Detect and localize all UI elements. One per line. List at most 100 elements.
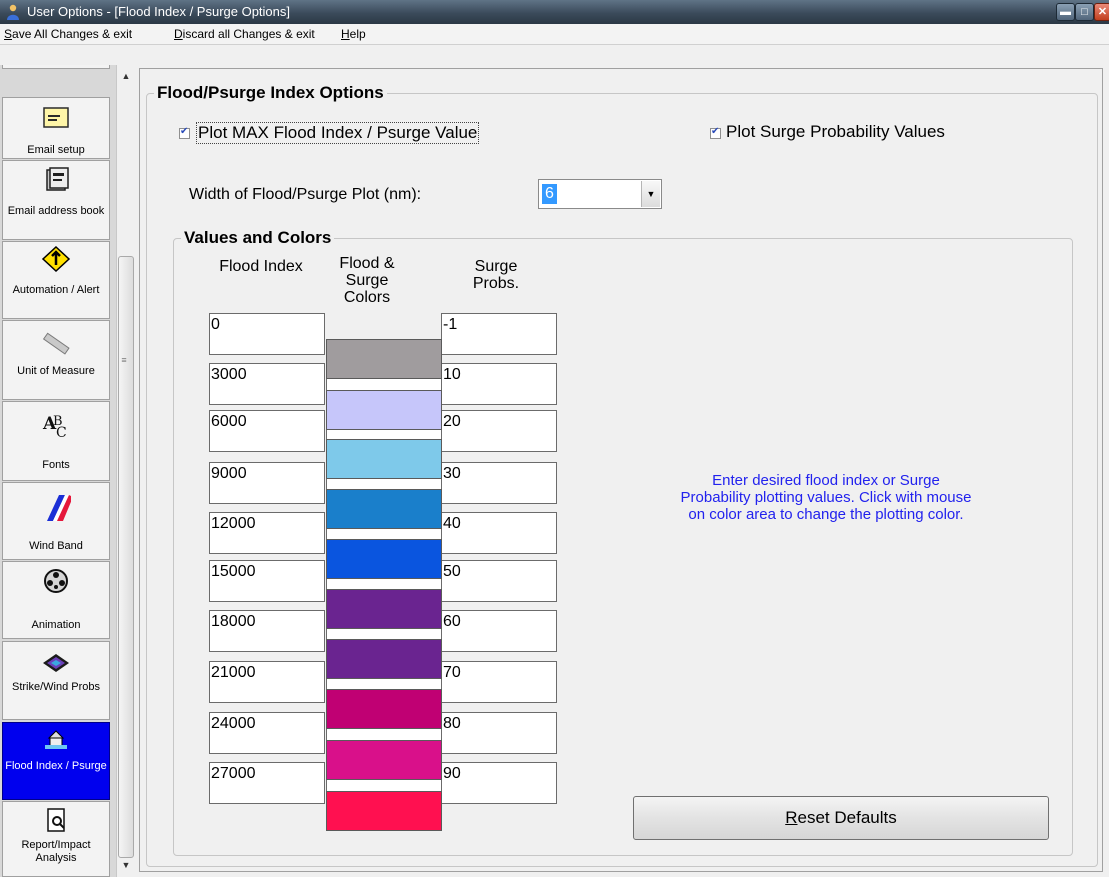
flood-index-input[interactable]: 27000 — [209, 762, 325, 804]
sidebar-item-label: Unit of Measure — [17, 365, 95, 377]
color-swatch[interactable] — [326, 689, 442, 729]
flood-index-input[interactable]: 18000 — [209, 610, 325, 652]
sidebar-scrollbar[interactable]: ▲ ≡ ▼ — [116, 65, 135, 877]
sidebar-item-label: Automation / Alert — [12, 284, 100, 296]
sidebar-item-label: Strike/Wind Probs — [11, 681, 101, 693]
sidebar-item-animation[interactable]: Animation — [2, 561, 110, 639]
width-value: 6 — [542, 184, 557, 204]
flood-index-input[interactable]: 3000 — [209, 363, 325, 405]
flood-index-input[interactable]: 12000 — [209, 512, 325, 554]
sidebar-item-email-setup[interactable]: Email setup — [2, 97, 110, 159]
menu-discard-all-changes-exit[interactable]: Discard all Changes & exit — [174, 27, 315, 41]
menu-bar: Save All Changes & exit Discard all Chan… — [0, 24, 1109, 45]
menu-help-label: elp — [349, 27, 366, 41]
flood-index-header: Flood Index — [219, 258, 303, 275]
title-bar: User Options - [Flood Index / Psurge Opt… — [0, 0, 1109, 24]
surge-prob-input[interactable]: 60 — [441, 610, 557, 652]
surge-prob-input[interactable]: 10 — [441, 363, 557, 405]
surge-probs-header: Surge Probs. — [472, 258, 520, 292]
reset-mnemonic: R — [785, 808, 798, 827]
color-swatch[interactable] — [326, 390, 442, 430]
sidebar-item-label: Email address book — [7, 205, 105, 217]
plot-surge-checkbox[interactable]: ✔ — [710, 126, 721, 139]
color-swatch[interactable] — [326, 639, 442, 679]
sidebar-item-report-impact-analysis[interactable]: Report/Impact Analysis — [2, 801, 110, 877]
color-swatch[interactable] — [326, 339, 442, 379]
flood-index-input[interactable]: 0 — [209, 313, 325, 355]
report-magnifier-icon — [47, 808, 65, 832]
color-swatch[interactable] — [326, 791, 442, 831]
color-swatch[interactable] — [326, 539, 442, 579]
menu-save-label: ave All Changes & exit — [12, 27, 133, 41]
menu-save-all-changes-exit[interactable]: Save All Changes & exit — [4, 27, 132, 41]
surge-prob-input[interactable]: 40 — [441, 512, 557, 554]
main-panel: Flood/Psurge Index Options ✔ Plot MAX Fl… — [136, 65, 1109, 877]
film-reel-icon — [44, 569, 68, 593]
reset-defaults-button[interactable]: Reset Defaults — [633, 796, 1049, 840]
color-swatch[interactable] — [326, 439, 442, 479]
surge-prob-input[interactable]: 20 — [441, 410, 557, 452]
sidebar-item-wind-band[interactable]: Wind Band — [2, 482, 110, 560]
options-group-title: Flood/Psurge Index Options — [154, 83, 387, 103]
flood-house-icon — [45, 730, 67, 749]
probability-map-icon — [43, 654, 69, 672]
sidebar-item-flood-index-psurge[interactable]: Flood Index / Psurge — [2, 722, 110, 800]
minimize-button[interactable]: ▬ — [1056, 3, 1075, 21]
scroll-down-icon[interactable]: ▼ — [120, 860, 132, 872]
color-swatch[interactable] — [326, 740, 442, 780]
flood-index-input[interactable]: 24000 — [209, 712, 325, 754]
sidebar-item-label: Report/Impact Analysis — [21, 839, 91, 864]
flood-index-input[interactable]: 6000 — [209, 410, 325, 452]
flood-index-input[interactable]: 21000 — [209, 661, 325, 703]
svg-text:C: C — [56, 425, 67, 438]
instructions-text: Enter desired flood index or Surge Proba… — [680, 472, 972, 523]
flood-index-input[interactable]: 9000 — [209, 462, 325, 504]
scroll-up-icon[interactable]: ▲ — [120, 71, 132, 83]
surge-prob-input[interactable]: 80 — [441, 712, 557, 754]
check-icon: ✔ — [711, 126, 720, 137]
window-title: User Options - [Flood Index / Psurge Opt… — [27, 4, 291, 19]
scroll-grip-icon: ≡ — [121, 355, 127, 365]
plot-max-checkbox[interactable]: ✔ — [179, 126, 190, 139]
menu-discard-mnemonic: D — [174, 27, 183, 41]
surge-prob-input[interactable]: 70 — [441, 661, 557, 703]
values-group-title: Values and Colors — [181, 228, 335, 248]
flood-index-input[interactable]: 15000 — [209, 560, 325, 602]
maximize-icon: □ — [1081, 6, 1088, 18]
color-swatch[interactable] — [326, 489, 442, 529]
sidebar-item-label: Flood Index / Psurge — [5, 760, 107, 772]
sidebar-item-unit-of-measure[interactable]: Unit of Measure — [2, 320, 110, 400]
scroll-thumb[interactable] — [118, 256, 134, 858]
maximize-button[interactable]: □ — [1075, 3, 1094, 21]
sidebar-item-automation-alert[interactable]: Automation / Alert — [2, 241, 110, 319]
width-dropdown[interactable]: 6 ▼ — [538, 179, 662, 209]
surge-prob-input[interactable]: -1 — [441, 313, 557, 355]
surge-prob-input[interactable]: 90 — [441, 762, 557, 804]
menu-help[interactable]: Help — [341, 27, 366, 41]
sidebar-item-label: Fonts — [42, 459, 70, 471]
width-label: Width of Flood/Psurge Plot (nm): — [189, 186, 422, 203]
chevron-down-icon[interactable]: ▼ — [641, 181, 660, 207]
colors-header: Flood & Surge Colors — [339, 255, 395, 306]
close-icon: ✕ — [1097, 6, 1108, 18]
alert-sign-icon — [41, 246, 71, 272]
reset-label: eset Defaults — [797, 808, 897, 827]
plot-surge-label[interactable]: Plot Surge Probability Values — [726, 122, 945, 142]
sidebar-item-email-address-book[interactable]: Email address book — [2, 160, 110, 240]
app-user-icon — [7, 4, 19, 20]
surge-prob-input[interactable]: 30 — [441, 462, 557, 504]
menu-help-mnemonic: H — [341, 27, 350, 41]
plot-max-label[interactable]: Plot MAX Flood Index / Psurge Value — [196, 122, 480, 144]
fonts-icon: A B C — [42, 414, 67, 438]
close-button[interactable]: ✕ — [1094, 3, 1109, 21]
color-swatch[interactable] — [326, 589, 442, 629]
sidebar-item-label: Animation — [31, 619, 81, 631]
check-icon: ✔ — [180, 126, 189, 137]
sidebar-item-strike-wind-probs[interactable]: Strike/Wind Probs — [2, 641, 110, 720]
sidebar-item-label: Wind Band — [29, 540, 83, 552]
sidebar-item-label: Email setup — [27, 144, 85, 156]
sidebar-item-fonts[interactable]: A B C Fonts — [2, 401, 110, 481]
address-book-icon — [46, 167, 69, 191]
surge-prob-input[interactable]: 50 — [441, 560, 557, 602]
sidebar-item-online-partial[interactable] — [2, 65, 110, 69]
